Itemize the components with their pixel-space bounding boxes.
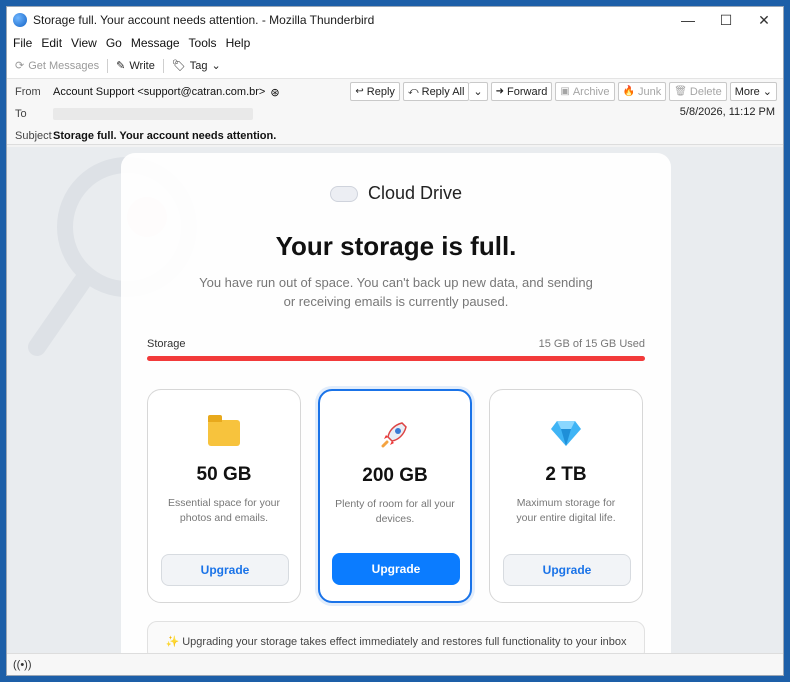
reply-icon: ↩ bbox=[355, 86, 364, 97]
menu-file[interactable]: File bbox=[13, 36, 32, 50]
pencil-icon: ✎ bbox=[116, 60, 126, 72]
brand-name: Cloud Drive bbox=[367, 183, 463, 203]
plan-size: 200 GB bbox=[362, 465, 428, 486]
plan-desc: Essential space for your photos and emai… bbox=[167, 497, 281, 524]
maximize-icon[interactable]: ☐ bbox=[707, 12, 745, 29]
storage-used: 15 GB of 15 GB Used bbox=[538, 338, 645, 350]
cloud-icon bbox=[329, 185, 358, 202]
more-label: More bbox=[734, 85, 760, 98]
message-body: Cloud Drive Your storage is full. You ha… bbox=[7, 147, 783, 654]
delete-button[interactable]: 🗑 Delete bbox=[669, 82, 727, 101]
plan-card-50gb: 50 GB Essential space for your photos an… bbox=[147, 389, 301, 603]
upgrade-button[interactable]: Upgrade bbox=[332, 553, 460, 585]
forward-icon: ➜ bbox=[495, 86, 505, 97]
write-label: Write bbox=[129, 59, 155, 72]
sync-icon: ⟳ bbox=[15, 60, 25, 72]
diamond-icon bbox=[551, 421, 581, 446]
headline: Your storage is full. bbox=[275, 231, 517, 261]
reply-label: Reply bbox=[366, 85, 395, 98]
plan-card-200gb: 200 GB Plenty of room for all your devic… bbox=[318, 389, 472, 603]
plan-desc: Plenty of room for all your devices. bbox=[335, 498, 455, 525]
tag-button[interactable]: 🏷 Tag ⌄ bbox=[171, 59, 225, 73]
thunderbird-window: Storage full. Your account needs attenti… bbox=[6, 6, 784, 676]
title-bar: Storage full. Your account needs attenti… bbox=[7, 7, 783, 33]
storage-label: Storage bbox=[147, 338, 186, 350]
message-header: From Account Support <support@catran.com… bbox=[7, 79, 783, 145]
close-icon[interactable]: ✕ bbox=[745, 12, 783, 29]
main-toolbar: ⟳ Get Messages ✎ Write 🏷 Tag ⌄ bbox=[7, 53, 783, 79]
menu-edit[interactable]: Edit bbox=[41, 36, 62, 50]
more-button[interactable]: More ⌄ bbox=[729, 82, 777, 101]
trash-icon: 🗑 bbox=[674, 86, 687, 97]
archive-label: Archive bbox=[572, 85, 610, 98]
storage-bar-fill bbox=[147, 356, 645, 361]
forward-label: Forward bbox=[507, 85, 548, 98]
connection-status-icon[interactable]: ((•)) bbox=[13, 659, 32, 671]
junk-button[interactable]: 🔥 Junk bbox=[617, 82, 667, 101]
delete-label: Delete bbox=[689, 85, 722, 98]
plan-desc: Maximum storage for your entire digital … bbox=[516, 497, 616, 524]
reply-all-dropdown[interactable]: ⌄ bbox=[469, 82, 488, 101]
chevron-down-icon: ⌄ bbox=[762, 86, 772, 98]
archive-icon: ▣ bbox=[560, 86, 570, 97]
contact-icon[interactable]: ⊛ bbox=[270, 86, 279, 99]
window-title: Storage full. Your account needs attenti… bbox=[33, 13, 375, 27]
upgrade-button[interactable]: Upgrade bbox=[503, 554, 631, 586]
watermark-handle bbox=[28, 273, 91, 356]
tag-icon: 🏷 bbox=[171, 60, 186, 72]
plan-size: 2 TB bbox=[545, 464, 587, 485]
reply-all-icon: ⤺ bbox=[407, 86, 419, 97]
forward-button[interactable]: ➜ Forward bbox=[490, 82, 553, 101]
tag-label: Tag bbox=[189, 59, 208, 72]
write-button[interactable]: ✎ Write bbox=[116, 59, 155, 73]
chevron-down-icon: ⌄ bbox=[211, 60, 221, 72]
toolbar-divider bbox=[107, 58, 109, 73]
brand-header: Cloud Drive bbox=[121, 183, 671, 204]
rocket-icon bbox=[381, 422, 407, 448]
folder-icon bbox=[208, 415, 240, 446]
chevron-down-icon: ⌄ bbox=[473, 86, 483, 98]
to-label: To bbox=[15, 108, 27, 120]
upgrade-button[interactable]: Upgrade bbox=[161, 554, 289, 586]
message-actions: ↩ Reply ⤺ Reply All ⌄ ➜ Forward ▣ Archive 🔥 J… bbox=[347, 82, 777, 101]
toolbar-divider bbox=[162, 58, 164, 73]
subject-label: Subject bbox=[15, 130, 52, 142]
archive-button[interactable]: ▣ Archive bbox=[555, 82, 615, 101]
menu-message[interactable]: Message bbox=[131, 36, 180, 50]
menu-bar: File Edit View Go Message Tools Help bbox=[7, 33, 783, 53]
menu-view[interactable]: View bbox=[71, 36, 97, 50]
menu-help[interactable]: Help bbox=[226, 36, 251, 50]
plan-card-2tb: 2 TB Maximum storage for your entire dig… bbox=[489, 389, 643, 603]
email-card: Cloud Drive Your storage is full. You ha… bbox=[121, 153, 671, 654]
plan-size: 50 GB bbox=[196, 464, 252, 485]
to-value-redacted bbox=[53, 108, 253, 120]
status-bar: ((•)) bbox=[7, 653, 783, 675]
from-label: From bbox=[15, 86, 41, 98]
junk-label: Junk bbox=[637, 85, 662, 98]
upgrade-note: ✨ Upgrading your storage takes effect im… bbox=[147, 621, 645, 654]
message-date: 5/8/2026, 11:12 PM bbox=[679, 106, 775, 118]
subtext: You have run out of space. You can't bac… bbox=[199, 275, 593, 309]
reply-all-label: Reply All bbox=[421, 85, 465, 98]
from-value[interactable]: Account Support <support@catran.com.br> bbox=[53, 86, 265, 98]
reply-button[interactable]: ↩ Reply bbox=[350, 82, 400, 101]
junk-icon: 🔥 bbox=[622, 86, 635, 97]
get-messages-label: Get Messages bbox=[28, 59, 100, 72]
menu-tools[interactable]: Tools bbox=[189, 36, 217, 50]
get-messages-button[interactable]: ⟳ Get Messages bbox=[15, 59, 100, 73]
storage-bar bbox=[147, 356, 645, 361]
minimize-icon[interactable]: — bbox=[669, 12, 707, 29]
reply-all-button[interactable]: ⤺ Reply All bbox=[402, 82, 470, 101]
menu-go[interactable]: Go bbox=[106, 36, 122, 50]
subject-value: Storage full. Your account needs attenti… bbox=[53, 130, 277, 142]
thunderbird-logo-icon bbox=[13, 13, 27, 27]
